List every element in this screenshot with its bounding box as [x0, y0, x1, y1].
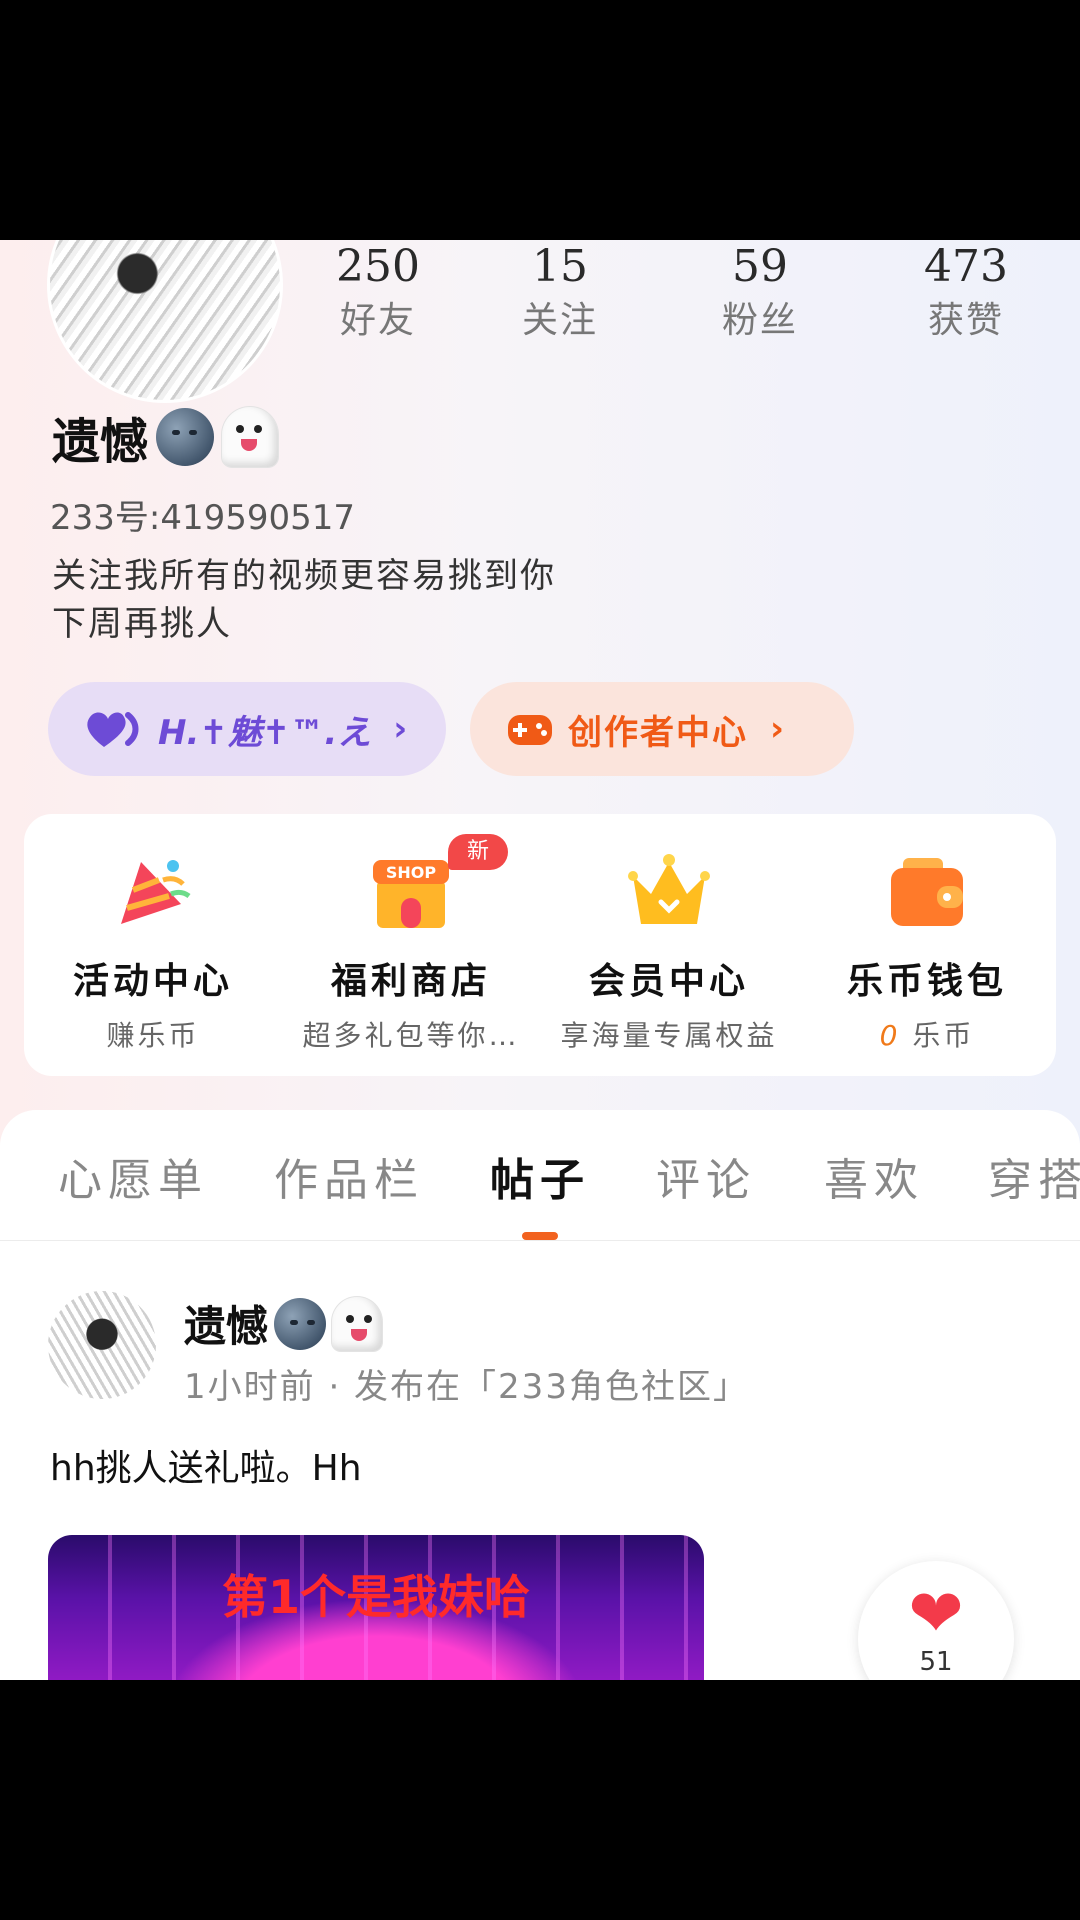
- like-button[interactable]: ❤ 51: [858, 1561, 1014, 1680]
- bio: 关注我所有的视频更容易挑到你 下周再挑人: [52, 552, 556, 648]
- heart-icon: ❤: [908, 1575, 964, 1652]
- stat-fans[interactable]: 59 粉丝: [690, 240, 830, 348]
- coin-unit: 乐币: [912, 1019, 975, 1052]
- stat-value: 15: [532, 241, 588, 292]
- post-author-avatar[interactable]: [48, 1291, 156, 1399]
- gamepad-icon: [508, 715, 552, 745]
- stat-value: 59: [732, 241, 788, 292]
- nickname-row: 遗憾: [52, 402, 279, 472]
- stat-following[interactable]: 15 关注: [490, 240, 630, 348]
- quick-item-sub: 超多礼包等你…: [302, 1019, 520, 1052]
- chevron-right-icon: ›: [770, 709, 785, 749]
- user-id[interactable]: 233号:419590517: [50, 490, 355, 539]
- quick-item-title: 乐币钱包: [846, 961, 1007, 1002]
- post-meta: 1小时前 · 发布在「233角色社区」: [184, 1367, 749, 1407]
- moon-face-icon: [156, 408, 215, 466]
- crown-icon: [627, 850, 711, 934]
- stat-label: 关注: [521, 300, 598, 341]
- tab-wishlist[interactable]: 心愿单: [58, 1144, 208, 1208]
- stat-likes[interactable]: 473 获赞: [896, 240, 1036, 348]
- quick-item-title: 会员中心: [588, 961, 749, 1002]
- post-author-name[interactable]: 遗憾: [184, 1293, 268, 1354]
- tab-likes[interactable]: 喜欢: [824, 1144, 924, 1208]
- stat-label: 好友: [339, 300, 416, 341]
- tab-comments[interactable]: 评论: [656, 1144, 756, 1208]
- profile-screen: 250 好友 15 关注 59 粉丝 473 获赞 遗憾 233号:419590…: [0, 240, 1080, 1680]
- quick-entry-card: 活动中心 赚乐币 SHOP 福利商店 超多礼包等你… 新 会员中心 享海量专属权…: [24, 814, 1056, 1076]
- profile-avatar[interactable]: [50, 240, 280, 400]
- post-author-row: 遗憾: [184, 1293, 383, 1354]
- quick-item-sub: 0 乐币: [798, 1014, 1056, 1054]
- post-image[interactable]: 第1个是我妹哈: [48, 1535, 704, 1680]
- tab-posts[interactable]: 帖子: [490, 1144, 590, 1208]
- ghost-icon: [332, 1296, 383, 1351]
- active-tab-indicator: [522, 1232, 558, 1240]
- quick-item-sub: 赚乐币: [106, 1019, 200, 1052]
- moon-face-icon: [274, 1297, 327, 1350]
- tab-works[interactable]: 作品栏: [274, 1144, 424, 1208]
- chevron-right-icon: ›: [393, 709, 408, 749]
- like-count: 51: [919, 1647, 953, 1677]
- shop-icon: SHOP: [369, 850, 453, 934]
- wallet-icon: [885, 850, 969, 934]
- coin-balance: 0: [879, 1019, 901, 1052]
- stat-label: 获赞: [927, 300, 1004, 341]
- stat-label: 粉丝: [721, 300, 798, 341]
- family-label: H.✝魅✝™.え: [158, 712, 372, 753]
- quick-item-coin-wallet[interactable]: 乐币钱包 0 乐币: [798, 850, 1056, 1054]
- quick-item-activity-center[interactable]: 活动中心 赚乐币: [24, 850, 282, 1054]
- shop-sign-text: SHOP: [386, 863, 437, 882]
- quick-item-title: 活动中心: [72, 961, 233, 1002]
- quick-item-title: 福利商店: [330, 961, 491, 1002]
- post-image-caption: 第1个是我妹哈: [221, 1570, 530, 1624]
- quick-item-welfare-shop[interactable]: SHOP 福利商店 超多礼包等你…: [282, 850, 540, 1054]
- new-badge: 新: [448, 834, 508, 870]
- bio-line: 关注我所有的视频更容易挑到你: [52, 556, 556, 596]
- stat-value: 250: [336, 241, 420, 292]
- stat-value: 473: [924, 241, 1008, 292]
- tab-outfits[interactable]: 穿搭: [988, 1144, 1080, 1208]
- quick-item-member-center[interactable]: 会员中心 享海量专属权益: [540, 850, 798, 1054]
- content-tabs: 心愿单 作品栏 帖子 评论 喜欢 穿搭: [0, 1110, 1080, 1241]
- creator-center-label: 创作者中心: [568, 712, 748, 753]
- bio-line: 下周再挑人: [52, 604, 232, 644]
- ghost-icon: [222, 407, 279, 467]
- heart-icon: [87, 712, 139, 747]
- stat-friends[interactable]: 250 好友: [308, 240, 448, 348]
- creator-center-button[interactable]: 创作者中心 ›: [470, 682, 854, 776]
- party-popper-icon: [111, 850, 195, 934]
- family-button[interactable]: H.✝魅✝™.え ›: [48, 682, 446, 776]
- post-item[interactable]: 遗憾 1小时前 · 发布在「233角色社区」 hh挑人送礼啦。Hh 第1个是我妹…: [0, 1241, 1080, 1680]
- post-text: hh挑人送礼啦。Hh: [50, 1448, 362, 1489]
- quick-item-sub: 享海量专属权益: [560, 1019, 778, 1052]
- nickname: 遗憾: [52, 414, 149, 470]
